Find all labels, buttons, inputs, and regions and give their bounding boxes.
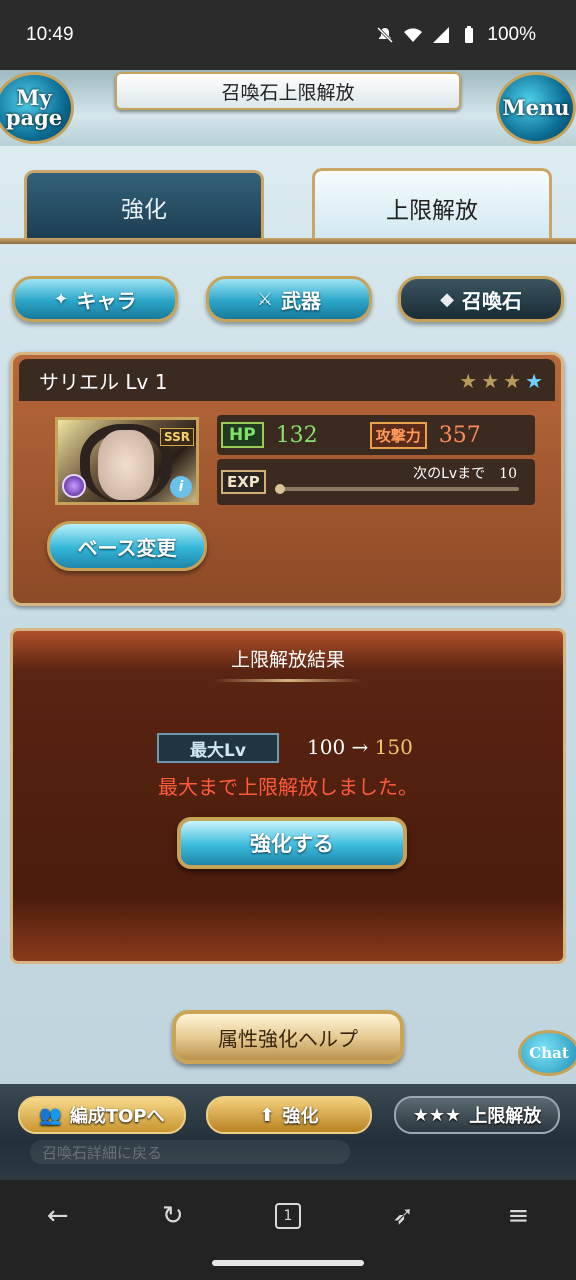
next-level-value: 10 [499,466,517,482]
browser-nav-bar: ← ↻ 1 ➶ ≡ [0,1180,576,1280]
change-base-button[interactable]: ベース変更 [47,521,207,571]
party-top-label: 編成TOPへ [69,1106,165,1127]
uncap-stars: ★ ★ ★ ★ [459,369,543,393]
uncap-star-icon: ★ [459,369,478,393]
exp-row: EXP 次のLvまで 10 [217,459,535,505]
summon-portrait[interactable]: SSR i [55,417,199,505]
atk-value: 357 [438,422,481,448]
game-screen: My page 召喚石上限解放 Menu 強化 上限解放 ✦ キャラ ⚔ 武器 … [0,70,576,1180]
mypage-label: My page [5,85,63,130]
menu-button[interactable]: Menu [496,72,576,144]
from-level: 100 [307,735,346,759]
home-indicator[interactable] [212,1260,364,1266]
uncap-star-icon: ★ [481,369,500,393]
summon-name-level: サリエル Lv 1 [39,369,168,394]
nav-icons: ← ↻ 1 ➶ ≡ [0,1196,576,1236]
summon-header: サリエル Lv 1 ★ ★ ★ ★ [19,359,555,401]
category-chara-label: キャラ [76,288,137,313]
dark-element-icon [62,474,86,498]
stats-row: HP 132 攻撃力 357 [217,415,535,455]
status-icons: 100% [375,24,536,46]
element-help-button[interactable]: 属性強化ヘルプ [172,1010,404,1064]
hp-label: HP [221,422,264,448]
mypage-button[interactable]: My page [0,72,74,144]
exp-label: EXP [221,470,266,494]
category-weapon-label: 武器 [281,288,322,313]
to-level: 150 [374,735,413,759]
portrait-face [98,430,154,500]
hamburger-menu-icon[interactable]: ≡ [498,1196,538,1236]
status-time: 10:49 [26,24,74,45]
summon-icon: ◆ [440,288,454,310]
bottom-strengthen-button[interactable]: ⬆ 強化 [206,1096,372,1134]
category-chara-button[interactable]: ✦ キャラ [12,276,178,322]
next-level-label: 次のLvまで [413,466,486,482]
uncap-star-icon: ★ [503,369,522,393]
summon-panel: サリエル Lv 1 ★ ★ ★ ★ SSR i HP 132 攻撃力 357 E… [10,352,564,606]
level-change: 100 → 150 [307,735,413,759]
rarity-badge: SSR [160,428,194,446]
hp-value: 132 [275,422,318,448]
result-title: 上限解放結果 [230,649,345,671]
next-level-info: 次のLvまで 10 [413,463,517,483]
uncap-star-blue-icon: ★ [525,369,543,393]
tab-strengthen[interactable]: 強化 [24,170,264,240]
category-summon-label: 召喚石 [461,288,522,313]
atk-label: 攻撃力 [369,421,427,449]
bottom-limit-break-button[interactable]: ★★★ 上限解放 [394,1096,560,1134]
rocket-icon[interactable]: ➶ [383,1196,423,1236]
mute-icon [377,26,394,44]
menu-label: Menu [502,95,570,120]
bottom-limit-break-label: 上限解放 [469,1106,542,1127]
info-icon[interactable]: i [170,476,192,498]
arrow-icon: → [351,735,369,759]
back-to-summon-detail-ghost: 召喚石詳細に戻る [30,1140,350,1164]
tab-limit-break[interactable]: 上限解放 [312,168,552,244]
exp-bar [275,484,519,494]
chara-icon: ✦ [53,288,69,310]
category-summon-button[interactable]: ◆ 召喚石 [398,276,564,322]
limit-break-result-panel: 上限解放結果 最大Lv 100 → 150 最大まで上限解放しました。 強化する [10,628,566,964]
up-arrow-icon: ⬆ [259,1104,275,1126]
page-title: 召喚石上限解放 [115,72,461,110]
chat-button[interactable]: Chat [518,1030,576,1076]
stars-icon: ★★★ [412,1104,462,1126]
battery-percent: 100% [487,24,536,45]
max-lv-label: 最大Lv [157,733,279,763]
battery-icon [465,26,474,43]
bottom-action-bar: 召喚石詳細に戻る 👥 編成TOPへ ⬆ 強化 ★★★ 上限解放 [0,1084,576,1180]
app-root: 10:49 100% My page 召喚石上限解放 Menu 強化 上限解放 … [0,0,576,1280]
signal-icon [433,27,450,43]
reload-icon[interactable]: ↻ [153,1196,193,1236]
party-icon: 👥 [39,1104,62,1126]
wifi-icon [404,28,423,42]
tab-divider [0,238,576,244]
party-top-button[interactable]: 👥 編成TOPへ [18,1096,186,1134]
weapon-icon: ⚔ [256,288,274,310]
result-divider [213,679,363,682]
bottom-strengthen-label: 強化 [282,1106,319,1127]
exp-bar-knob [275,484,285,494]
status-bar: 10:49 100% [0,0,576,70]
strengthen-button[interactable]: 強化する [177,817,407,869]
top-bar: My page 召喚石上限解放 Menu [0,70,576,146]
back-icon[interactable]: ← [38,1196,78,1236]
max-uncap-message: 最大まで上限解放しました。 [158,775,418,799]
tabs-icon[interactable]: 1 [268,1196,308,1236]
category-weapon-button[interactable]: ⚔ 武器 [206,276,372,322]
